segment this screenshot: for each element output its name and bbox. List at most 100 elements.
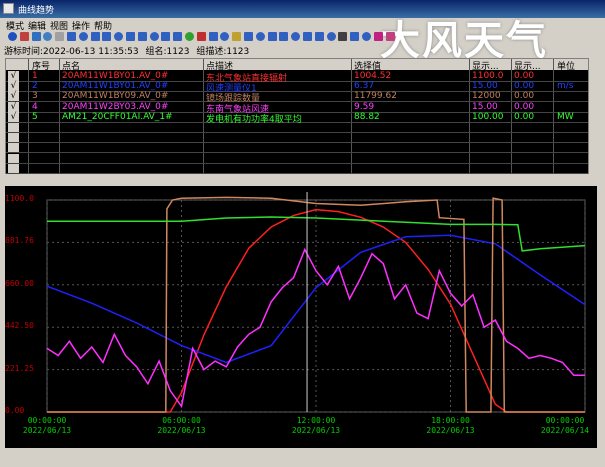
points-table: 序号 点名 点描述 选择值 显示... 显示... 单位 √ 1 20AM11W1B… — [5, 58, 589, 174]
x-tick-time: 18:00:00 — [431, 416, 470, 425]
toolbar-button-icon[interactable] — [362, 32, 371, 41]
row-checkbox[interactable] — [8, 133, 19, 143]
toolbar-button-icon[interactable] — [373, 32, 383, 41]
row-max: 100.00 — [472, 111, 504, 122]
toolbar-button-icon[interactable] — [55, 32, 65, 41]
row-checkbox[interactable]: √ — [8, 101, 19, 112]
toolbar-button-icon[interactable] — [114, 32, 124, 41]
y-tick-label: 1100.0 — [5, 194, 34, 203]
table-row[interactable]: √ 3 20AM11W1BY09.AV_0# 镜场跟踪数量 11799.62 12000 0… — [6, 91, 588, 104]
x-tick-time: 00:00:00 — [545, 416, 585, 425]
toolbar-button-icon[interactable] — [196, 32, 206, 41]
menu-bar: 模式 编辑 视图 操作 帮助 — [0, 18, 605, 32]
toolbar-button-icon[interactable] — [31, 32, 41, 41]
toolbar-button-icon[interactable] — [267, 32, 277, 41]
row-checkbox[interactable]: √ — [8, 81, 19, 92]
row-min: 0.00 — [514, 101, 535, 112]
toolbar-button-icon[interactable] — [244, 32, 253, 41]
group-name: 组名:1123 — [145, 47, 190, 57]
toolbar-button-icon[interactable] — [232, 32, 242, 41]
x-tick-label: 00:00:00 2022/06/14 — [535, 416, 595, 436]
toolbar-button-icon[interactable] — [90, 32, 100, 41]
row-value: 9.59 — [354, 101, 375, 112]
row-max: 15.00 — [472, 81, 498, 92]
row-name: 20AM11W1BY01.AV_0# — [62, 81, 169, 92]
x-tick-time: 00:00:00 — [27, 416, 67, 425]
table-row[interactable]: √ 2 20AM11W1BY01.AV_0# 风速测量仪1 6.37 15.00 0.00 m… — [6, 81, 588, 94]
row-num: 4 — [32, 101, 38, 112]
x-tick-label: 06:00:00 2022/06/13 — [152, 416, 212, 436]
x-tick-time: 06:00:00 — [162, 416, 201, 425]
toolbar-button-icon[interactable] — [338, 32, 348, 41]
row-checkbox[interactable]: √ — [8, 71, 19, 81]
row-checkbox[interactable] — [8, 163, 19, 173]
toolbar-button-icon[interactable] — [314, 32, 324, 41]
trend-chart[interactable]: 1100.0 881.76 660.00 442.50 221.25 0.00 00:00… — [5, 186, 597, 448]
x-tick-date: 2022/06/13 — [157, 426, 206, 435]
cursor-time: 游标时间:2022-06-13 11:35:53 — [4, 47, 139, 57]
row-value: 88.82 — [354, 111, 380, 122]
row-min: 0.00 — [514, 91, 535, 102]
toolbar — [0, 31, 605, 44]
x-tick-date: 2022/06/13 — [291, 426, 341, 435]
toolbar-button-icon[interactable] — [208, 32, 218, 41]
row-num: 1 — [32, 71, 38, 81]
toolbar-button-icon[interactable] — [126, 32, 135, 41]
toolbar-button-icon[interactable] — [350, 32, 360, 41]
row-checkbox[interactable] — [8, 153, 19, 163]
row-name: 20AM11W1BY01.AV_0# — [62, 71, 169, 81]
toolbar-button-icon[interactable] — [185, 32, 194, 41]
toolbar-button-icon[interactable] — [303, 32, 312, 41]
toolbar-button-icon[interactable] — [137, 32, 147, 41]
toolbar-button-icon[interactable] — [279, 32, 289, 41]
app-icon — [3, 3, 14, 14]
y-tick-label: 881.76 — [5, 236, 34, 246]
row-num: 3 — [32, 91, 38, 102]
row-checkbox[interactable]: √ — [8, 111, 19, 122]
table-row[interactable]: √ 5 AM21_20CFF01AI.AV_1# 发电机有功功率4取平均 88.82 10… — [6, 111, 588, 125]
y-tick-label: 221.25 — [5, 363, 34, 373]
toolbar-button-icon[interactable] — [161, 32, 171, 41]
row-num: 2 — [32, 81, 38, 92]
x-tick-label: 18:00:00 2022/06/13 — [421, 416, 481, 436]
x-tick-date: 2022/06/13 — [22, 426, 72, 435]
info-bar: 游标时间:2022-06-13 11:35:53 组名:1123 组描述:112… — [4, 44, 253, 57]
toolbar-button-icon[interactable] — [291, 32, 301, 41]
row-checkbox[interactable]: √ — [8, 91, 19, 102]
row-value: 6.37 — [354, 81, 375, 92]
toolbar-button-icon[interactable] — [255, 32, 265, 41]
toolbar-button-icon[interactable] — [43, 32, 53, 41]
y-tick-label: 442.50 — [5, 321, 34, 331]
group-desc: 组描述:1123 — [196, 47, 250, 57]
row-max: 12000 — [472, 91, 501, 102]
toolbar-button-icon[interactable] — [102, 32, 112, 41]
row-unit: m/s — [557, 81, 574, 92]
table-row[interactable]: √ 4 20AM11W2BY03.AV_0# 东南气象站风速 9.59 15.00 0.00 — [6, 101, 588, 115]
row-value: 11799.62 — [354, 91, 397, 102]
series-line-3 — [47, 196, 585, 413]
row-min: 0.00 — [514, 71, 535, 81]
toolbar-button-icon[interactable] — [8, 32, 17, 41]
row-num: 5 — [32, 111, 38, 122]
toolbar-button-icon[interactable] — [19, 32, 29, 41]
row-min: 0.00 — [514, 81, 535, 92]
row-desc: 发电机有功功率4取平均 — [206, 114, 302, 125]
toolbar-button-icon[interactable] — [149, 32, 159, 41]
row-name: AM21_20CFF01AI.AV_1# — [62, 111, 173, 122]
toolbar-button-icon[interactable] — [173, 32, 183, 41]
row-checkbox[interactable] — [8, 123, 19, 132]
toolbar-button-icon[interactable] — [67, 32, 76, 41]
toolbar-button-icon[interactable] — [220, 32, 230, 41]
y-tick-label: 0.00 — [5, 406, 25, 415]
x-tick-date: 2022/06/13 — [426, 426, 475, 435]
y-tick-label: 660.00 — [5, 278, 34, 288]
x-tick-date: 2022/06/14 — [540, 426, 590, 435]
toolbar-button-icon[interactable] — [326, 32, 336, 41]
table-row[interactable]: √ 1 20AM11W1BY01.AV_0# 东北气象站直接辐射 1004.52 1100… — [6, 71, 588, 84]
toolbar-button-icon[interactable] — [78, 32, 88, 41]
row-value: 1004.52 — [354, 71, 392, 81]
table-header: 序号 点名 点描述 选择值 显示... 显示... 单位 — [6, 59, 588, 72]
row-checkbox[interactable] — [8, 143, 19, 153]
toolbar-button-icon[interactable] — [385, 32, 395, 41]
x-tick-label: 00:00:00 2022/06/13 — [17, 416, 77, 436]
